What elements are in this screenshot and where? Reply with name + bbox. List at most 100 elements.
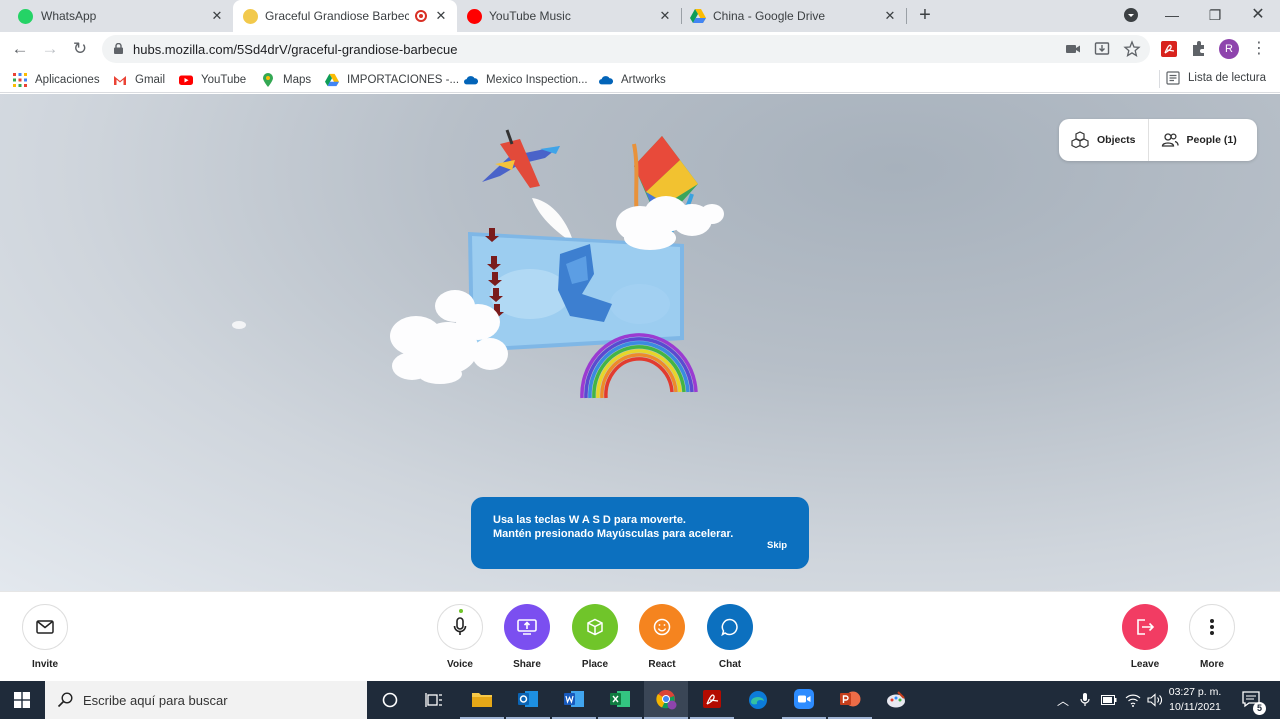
tray-wifi[interactable] [1122,681,1144,719]
word-icon [564,691,584,707]
close-icon[interactable]: ✕ [657,8,673,24]
google-drive-icon [325,73,339,87]
chat-button[interactable]: Chat [700,604,760,670]
tab-search-button[interactable] [1119,4,1143,26]
people-button[interactable]: People (1) [1149,119,1249,161]
back-button[interactable]: ← [9,38,31,60]
tab-google-drive[interactable]: China - Google Drive ✕ [682,0,906,32]
outlook-button[interactable] [506,681,550,719]
place-button[interactable]: Place [565,604,625,670]
taskbar-search[interactable]: Escribe aquí para buscar [45,681,367,719]
edge-button[interactable] [736,681,780,719]
bookmark-label: IMPORTACIONES -... [347,74,460,86]
apps-grid-icon [13,73,27,87]
wifi-icon [1125,694,1141,707]
leave-label: Leave [1130,659,1160,670]
hubs-3d-scene[interactable]: Objects People (1) Usa las teclas W A S … [0,94,1280,591]
bookmark-star-icon[interactable] [1123,40,1141,58]
paint-app-button[interactable] [874,681,918,719]
envelope-icon [36,620,54,634]
reload-button[interactable]: ↻ [69,38,91,60]
voice-button[interactable]: Voice [430,604,490,670]
tab-whatsapp[interactable]: WhatsApp ✕ [0,0,232,32]
youtube-icon [179,75,193,85]
reading-list-button[interactable]: Lista de lectura [1166,71,1266,85]
forward-button[interactable]: → [39,38,61,60]
skip-button[interactable]: Skip [767,540,787,551]
profile-avatar[interactable]: R [1219,39,1239,59]
bookmark-youtube[interactable]: YouTube [179,71,246,89]
zoom-button[interactable] [782,681,826,719]
react-button[interactable]: React [632,604,692,670]
acrobat-extension-icon[interactable] [1159,39,1179,59]
powerpoint-icon [840,691,861,707]
close-window-button[interactable]: ✕ [1246,4,1270,26]
bookmark-apps[interactable]: Aplicaciones [13,71,100,89]
new-tab-button[interactable]: + [914,5,936,27]
hubs-duck-icon [243,9,258,24]
cloud-object-right[interactable] [616,196,724,250]
leave-button[interactable]: Leave [1115,604,1175,670]
bookmark-label: Maps [283,74,312,86]
folder-icon [472,693,492,707]
more-button[interactable]: More [1182,604,1242,670]
close-icon[interactable]: ✕ [433,8,449,24]
chat-label: Chat [718,659,742,670]
voice-active-dot [459,609,463,613]
url-text: hubs.mozilla.com/5Sd4drV/graceful-grandi… [133,42,458,57]
speaker-icon [1147,693,1162,707]
bookmark-maps[interactable]: Maps [261,71,311,89]
cortana-button[interactable] [368,681,412,719]
screen-share-icon [517,619,537,635]
tray-microphone[interactable] [1075,681,1095,719]
acrobat-button[interactable] [690,681,734,719]
reading-list-label: Lista de lectura [1188,72,1266,84]
bookmark-importaciones[interactable]: IMPORTACIONES -... [325,71,459,89]
file-explorer-button[interactable] [460,681,504,719]
clock-date: 10/11/2021 [1169,701,1221,713]
action-center-button[interactable]: 5 [1234,681,1270,719]
start-button[interactable] [0,681,44,719]
tray-battery[interactable] [1098,681,1120,719]
browser-menu-button[interactable]: ⋮ [1250,38,1268,60]
tray-overflow-button[interactable]: ︿ [1053,681,1073,719]
youtube-music-icon [467,9,482,24]
camera-icon[interactable] [1064,40,1082,58]
bookmark-mexico-inspection[interactable]: Mexico Inspection... [464,71,588,89]
share-button[interactable]: Share [497,604,557,670]
address-bar[interactable]: hubs.mozilla.com/5Sd4drV/graceful-grandi… [102,35,1150,63]
word-button[interactable] [552,681,596,719]
tab-title: YouTube Music [489,9,571,23]
extensions-puzzle-icon[interactable] [1189,39,1209,59]
tray-volume[interactable] [1144,681,1166,719]
chevron-down-icon [1124,8,1138,22]
excel-button[interactable] [598,681,642,719]
powerpoint-button[interactable] [828,681,872,719]
clock-time: 03:27 p. m. [1168,686,1222,698]
close-icon[interactable]: ✕ [209,8,225,24]
people-label: People (1) [1186,134,1237,146]
install-app-icon[interactable] [1093,40,1111,58]
bookmark-artworks[interactable]: Artworks [599,71,666,89]
react-label: React [648,659,676,670]
windows-taskbar: Escribe aquí para buscar ︿ 03:27 p. m. 1… [0,681,1280,719]
task-view-button[interactable] [412,681,456,719]
voice-label: Voice [447,659,473,670]
lock-icon [114,43,123,54]
objects-button[interactable]: Objects [1059,119,1148,161]
browser-tab-strip: WhatsApp ✕ Graceful Grandiose Barbecue ✕… [0,0,1280,32]
close-icon[interactable]: ✕ [882,8,898,24]
taskbar-clock[interactable]: 03:27 p. m. 10/11/2021 [1165,685,1225,715]
ice-picture-frame[interactable] [468,232,684,352]
bookmark-gmail[interactable]: Gmail [113,71,165,89]
task-view-icon [425,693,442,707]
airplane-object[interactable] [482,129,560,188]
google-drive-icon [690,9,706,23]
chrome-button[interactable] [644,681,688,719]
invite-button[interactable]: Invite [15,604,75,670]
tab-youtube-music[interactable]: YouTube Music ✕ [457,0,681,32]
tab-hubs[interactable]: Graceful Grandiose Barbecue ✕ [233,0,457,32]
minimize-button[interactable]: — [1160,4,1184,26]
search-placeholder: Escribe aquí para buscar [83,693,228,708]
restore-button[interactable]: ❐ [1203,4,1227,26]
